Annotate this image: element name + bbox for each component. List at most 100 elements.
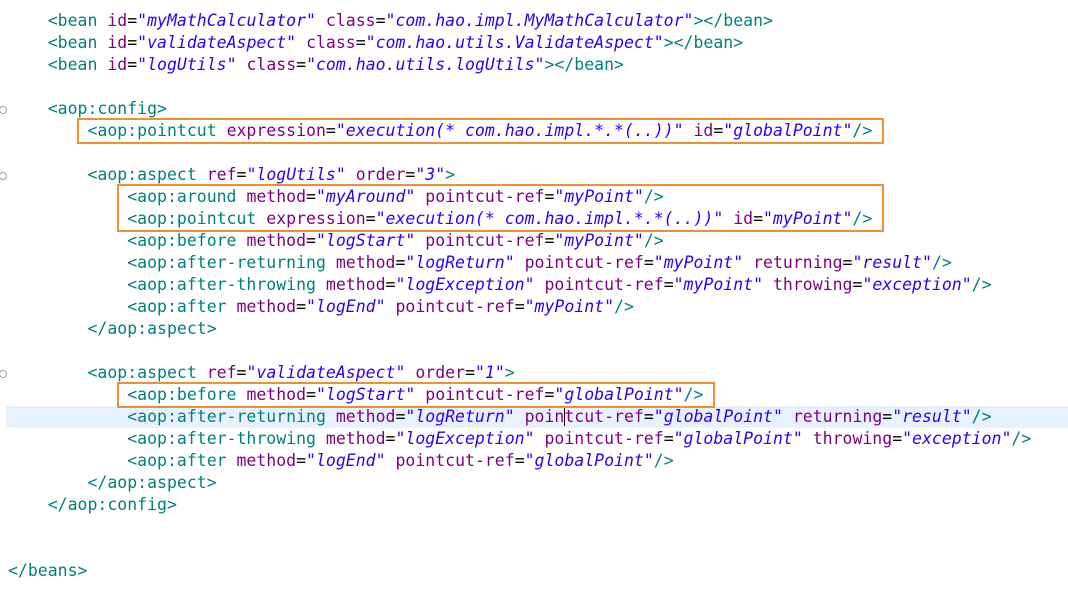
xml-equals: =	[325, 121, 336, 140]
xml-tag-text	[415, 187, 425, 206]
code-line[interactable]: </beans>	[8, 560, 87, 582]
xml-tag-text: >	[504, 363, 515, 382]
xml-equals: =	[663, 275, 674, 294]
xml-attribute-value: "logEnd"	[306, 451, 386, 470]
xml-equals: =	[306, 385, 316, 404]
xml-code-editor[interactable]: <bean id="myMathCalculator" class="com.h…	[0, 0, 1068, 589]
code-line[interactable]: <aop:after-returning method="logReturn" …	[8, 252, 952, 274]
xml-tag-text	[316, 11, 326, 30]
xml-attribute-value: "myPoint"	[653, 253, 744, 272]
xml-attribute-name: method	[246, 385, 307, 404]
code-line[interactable]: </aop:config>	[8, 494, 177, 516]
code-line[interactable]: <aop:after method="logEnd" pointcut-ref=…	[8, 296, 634, 318]
code-line[interactable]: <aop:config>	[8, 98, 167, 120]
xml-tag-text	[415, 385, 425, 404]
code-line[interactable]: <aop:before method="logStart" pointcut-r…	[8, 230, 663, 252]
xml-equals: =	[375, 11, 386, 30]
xml-attribute-value: "logException"	[395, 275, 535, 294]
xml-tag-text: <aop:aspect	[87, 165, 207, 184]
xml-equals: =	[544, 385, 555, 404]
xml-equals: =	[296, 55, 307, 74]
fold-marker-icon[interactable]	[0, 172, 7, 180]
xml-tag-text: <aop:pointcut	[127, 209, 267, 228]
code-line[interactable]: <aop:around method="myAround" pointcut-r…	[8, 186, 664, 208]
code-line[interactable]: <aop:pointcut expression="execution(* co…	[8, 120, 872, 142]
code-line[interactable]: <aop:after-returning method="logReturn" …	[6, 406, 1068, 428]
xml-equals: =	[753, 209, 764, 228]
xml-tag-text: >	[445, 165, 456, 184]
xml-tag-text: <aop:before	[127, 385, 247, 404]
xml-attribute-value: "exception"	[862, 275, 972, 294]
code-line[interactable]: <aop:aspect ref="validateAspect" order="…	[8, 362, 515, 384]
xml-equals: =	[544, 231, 555, 250]
xml-attribute-value: "logReturn"	[405, 253, 515, 272]
code-line[interactable]: <aop:aspect ref="logUtils" order="3">	[8, 164, 455, 186]
code-line[interactable]: <bean id="validateAspect" class="com.hao…	[8, 32, 743, 54]
xml-attribute-name: method	[236, 297, 297, 316]
xml-tag-text: />	[643, 187, 664, 206]
fold-marker-icon[interactable]	[0, 106, 7, 114]
xml-attribute-name: expression	[266, 209, 366, 228]
xml-attribute-name: method	[246, 187, 307, 206]
xml-attribute-name: id	[107, 33, 128, 52]
xml-attribute-name: method	[246, 231, 307, 250]
xml-attribute-value: "result"	[892, 407, 972, 426]
xml-attribute-name: class	[325, 11, 376, 30]
xml-tag-text: <aop:after	[127, 297, 237, 316]
xml-attribute-value: "validateAspect"	[137, 33, 297, 52]
xml-tag-text: <bean	[47, 33, 108, 52]
fold-marker-icon[interactable]	[0, 370, 7, 378]
xml-tag-text: <bean	[47, 55, 108, 74]
xml-attribute-name: pointcut-ref	[425, 187, 545, 206]
code-line[interactable]: <aop:pointcut expression="execution(* co…	[8, 208, 872, 230]
xml-attribute-value: "logReturn"	[405, 407, 515, 426]
xml-attribute-name: method	[325, 275, 386, 294]
code-line[interactable]: <aop:before method="logStart" pointcut-r…	[8, 384, 703, 406]
xml-attribute-value: "logStart"	[315, 231, 416, 250]
xml-attribute-name: method	[325, 429, 386, 448]
xml-tag-text: <bean	[47, 11, 108, 30]
xml-tag-text: <aop:around	[127, 187, 247, 206]
xml-tag-text	[743, 253, 753, 272]
xml-attribute-value: "3"	[415, 165, 446, 184]
code-line[interactable]: </aop:aspect>	[8, 472, 217, 494]
xml-attribute-value: "globalPoint"	[653, 407, 783, 426]
xml-tag-text: />	[852, 121, 873, 140]
xml-equals: =	[395, 407, 406, 426]
xml-attribute-name: pointcut-ref	[425, 385, 545, 404]
xml-tag-text	[296, 33, 306, 52]
xml-tag-text: <aop:after	[127, 451, 237, 470]
xml-attribute-name: ref	[206, 363, 237, 382]
code-line[interactable]: <aop:after method="logEnd" pointcut-ref=…	[8, 450, 673, 472]
xml-equals: =	[713, 121, 724, 140]
xml-tag-text	[405, 363, 415, 382]
xml-attribute-value: "globalPoint"	[723, 121, 853, 140]
xml-tag-text	[415, 231, 425, 250]
xml-attribute-value: "myPoint"	[554, 231, 644, 250]
xml-attribute-value: "exception"	[902, 429, 1012, 448]
xml-attribute-value: "myPoint"	[554, 187, 644, 206]
xml-attribute-name: pointcut-ref	[395, 297, 515, 316]
xml-attribute-name: throwing	[772, 275, 853, 294]
xml-equals: =	[514, 297, 525, 316]
xml-tag-text	[515, 407, 525, 426]
code-line[interactable]: <bean id="logUtils" class="com.hao.utils…	[8, 54, 624, 76]
xml-equals: =	[643, 407, 654, 426]
xml-tag-text: />	[852, 209, 873, 228]
xml-attribute-name: pointcut-ref	[544, 275, 664, 294]
code-line[interactable]: <bean id="myMathCalculator" class="com.h…	[8, 10, 773, 32]
xml-tag-text: <aop:after-returning	[127, 253, 336, 272]
xml-attribute-value: "result"	[852, 253, 932, 272]
xml-tag-text: />	[931, 253, 952, 272]
xml-equals: =	[127, 55, 138, 74]
code-line[interactable]: <aop:after-throwing method="logException…	[8, 274, 991, 296]
xml-tag-text	[237, 55, 247, 74]
code-line[interactable]: <aop:after-throwing method="logException…	[8, 428, 1031, 450]
xml-tag-text: </aop:aspect>	[87, 473, 217, 492]
code-line[interactable]: </aop:aspect>	[8, 318, 216, 340]
xml-attribute-name: pointcut-ref	[395, 451, 515, 470]
